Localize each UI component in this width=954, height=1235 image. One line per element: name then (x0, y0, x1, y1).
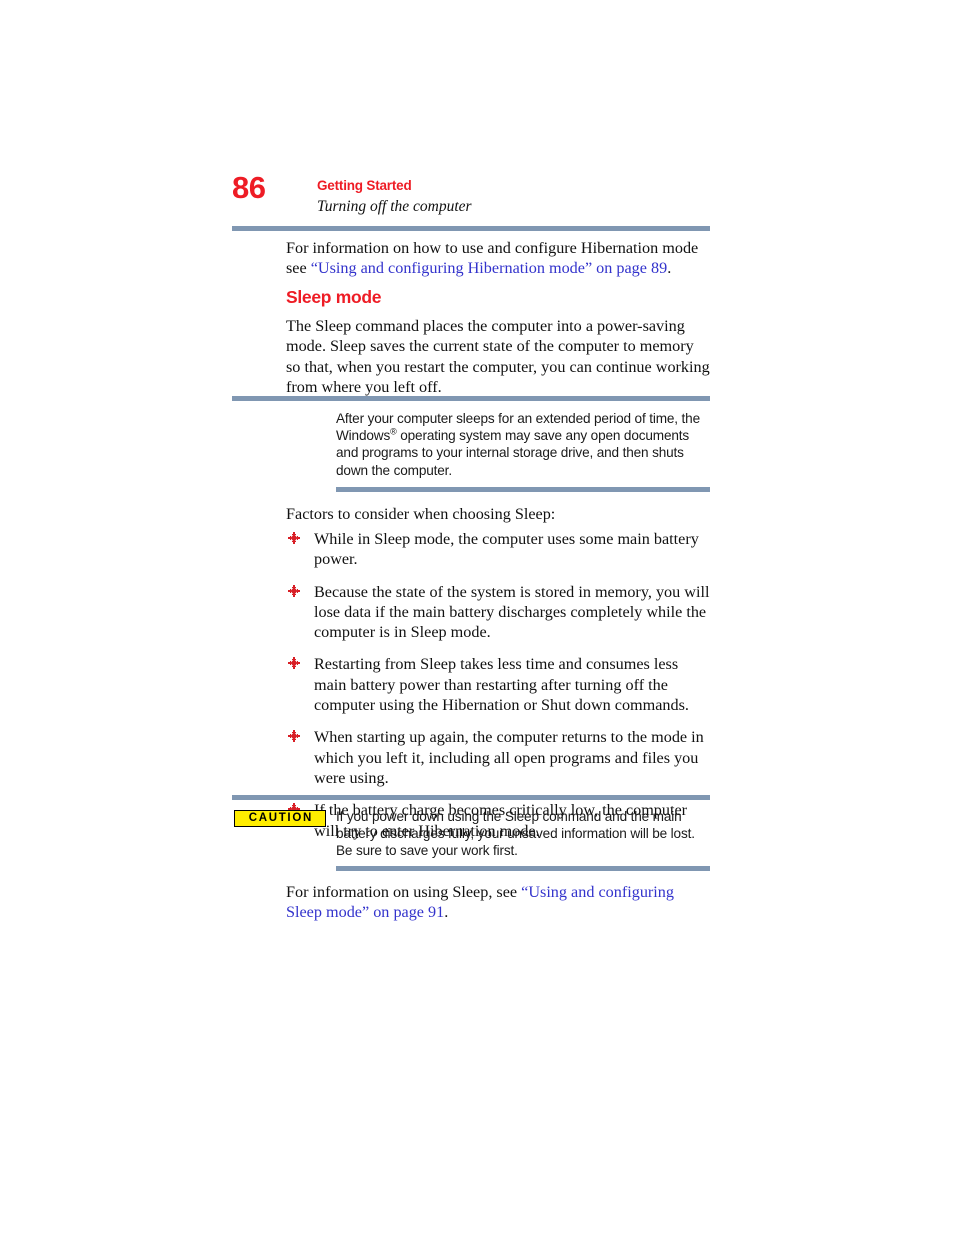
list-item-text: Restarting from Sleep takes less time an… (314, 655, 689, 715)
note-bottom-rule (336, 487, 710, 492)
note-text: After your computer sleeps for an extend… (336, 410, 710, 479)
list-item: Because the state of the system is store… (286, 582, 711, 643)
sleep-mode-heading: Sleep mode (286, 287, 382, 307)
note-top-rule (232, 396, 710, 401)
floret-bullet-icon (287, 655, 301, 671)
hibernation-paragraph-tail: . (667, 259, 672, 278)
page-header: 86 Getting Started Turning off the compu… (232, 172, 710, 234)
list-item: Restarting from Sleep takes less time an… (286, 654, 711, 715)
caution-badge: CAUTION (234, 810, 326, 827)
hibernation-cross-reference-link[interactable]: “Using and configuring Hibernation mode”… (311, 259, 667, 277)
list-item: While in Sleep mode, the computer uses s… (286, 529, 711, 570)
manual-page: 86 Getting Started Turning off the compu… (0, 0, 954, 1235)
final-paragraph: For information on using Sleep, see “Usi… (286, 882, 711, 923)
caution-text: If you power down using the Sleep comman… (336, 809, 695, 859)
header-divider-rule (232, 226, 710, 231)
list-item-text: Because the state of the system is store… (314, 582, 710, 642)
list-item: When starting up again, the computer ret… (286, 727, 711, 788)
chapter-title: Getting Started (317, 178, 412, 193)
factors-intro-paragraph: Factors to consider when choosing Sleep: (286, 505, 556, 523)
list-item-text: When starting up again, the computer ret… (314, 728, 704, 787)
note-callout: After your computer sleeps for an extend… (336, 410, 710, 479)
floret-bullet-icon (287, 728, 301, 744)
final-paragraph-tail: . (444, 903, 449, 922)
header-titles: Getting Started Turning off the computer (317, 178, 472, 217)
caution-top-rule (232, 795, 710, 800)
floret-bullet-icon (287, 583, 301, 599)
page-number: 86 (232, 170, 266, 205)
final-paragraph-lead: For information on using Sleep, see (286, 883, 522, 901)
floret-bullet-icon (287, 530, 301, 546)
hibernation-paragraph: For information on how to use and config… (286, 238, 711, 279)
list-item-text: While in Sleep mode, the computer uses s… (314, 530, 699, 569)
section-title: Turning off the computer (317, 197, 472, 215)
caution-bottom-rule (336, 866, 710, 871)
sleep-description-paragraph: The Sleep command places the computer in… (286, 317, 710, 396)
